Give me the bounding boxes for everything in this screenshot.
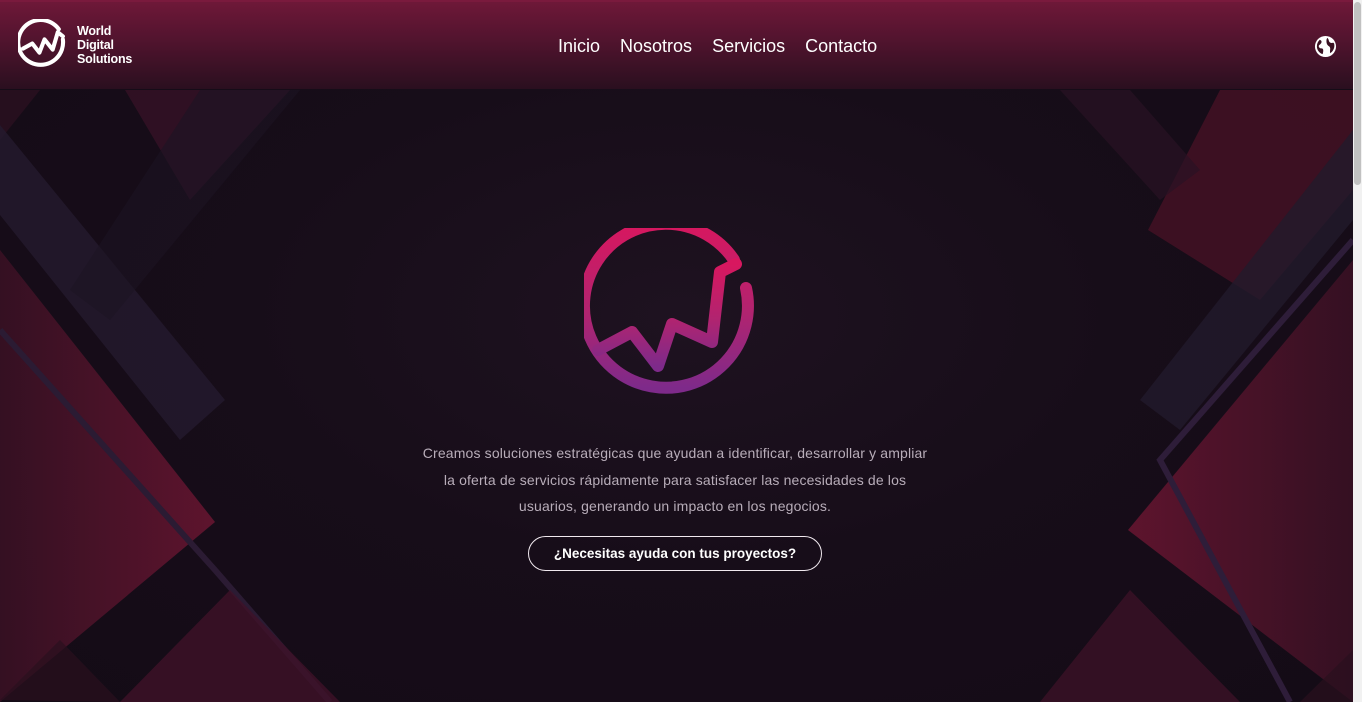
brand-name: World Digital Solutions bbox=[77, 24, 132, 66]
scrollbar-thumb[interactable] bbox=[1354, 2, 1361, 185]
nav-link-nosotros[interactable]: Nosotros bbox=[620, 36, 692, 57]
brand-home-link[interactable]: World Digital Solutions bbox=[18, 19, 132, 70]
hero-description: Creamos soluciones estratégicas que ayud… bbox=[405, 440, 945, 520]
hero-description-line-3: usuarios, generando un impacto en los ne… bbox=[518, 498, 832, 514]
page-scrollbar[interactable] bbox=[1353, 0, 1362, 702]
brand-line-solutions: Solutions bbox=[77, 51, 133, 66]
w-circle-gradient-logo-icon bbox=[584, 228, 754, 394]
nav-link-contacto[interactable]: Contacto bbox=[805, 36, 877, 57]
nav-link-servicios[interactable]: Servicios bbox=[712, 36, 785, 57]
hero-description-line-1: Creamos soluciones estratégicas que ayud… bbox=[422, 445, 928, 461]
need-help-cta-button[interactable]: ¿Necesitas ayuda con tus proyectos? bbox=[528, 536, 822, 571]
top-navbar: World Digital Solutions Inicio Nosotros … bbox=[0, 0, 1353, 89]
main-navigation: Inicio Nosotros Servicios Contacto bbox=[558, 36, 877, 57]
nav-link-inicio[interactable]: Inicio bbox=[558, 36, 600, 57]
globe-icon[interactable] bbox=[1314, 35, 1337, 58]
hero-description-line-2: la oferta de servicios rápidamente para … bbox=[443, 471, 907, 488]
brand-line-world: World bbox=[77, 23, 112, 38]
brand-line-digital: Digital bbox=[77, 37, 114, 52]
w-circle-logo-icon bbox=[18, 19, 66, 67]
